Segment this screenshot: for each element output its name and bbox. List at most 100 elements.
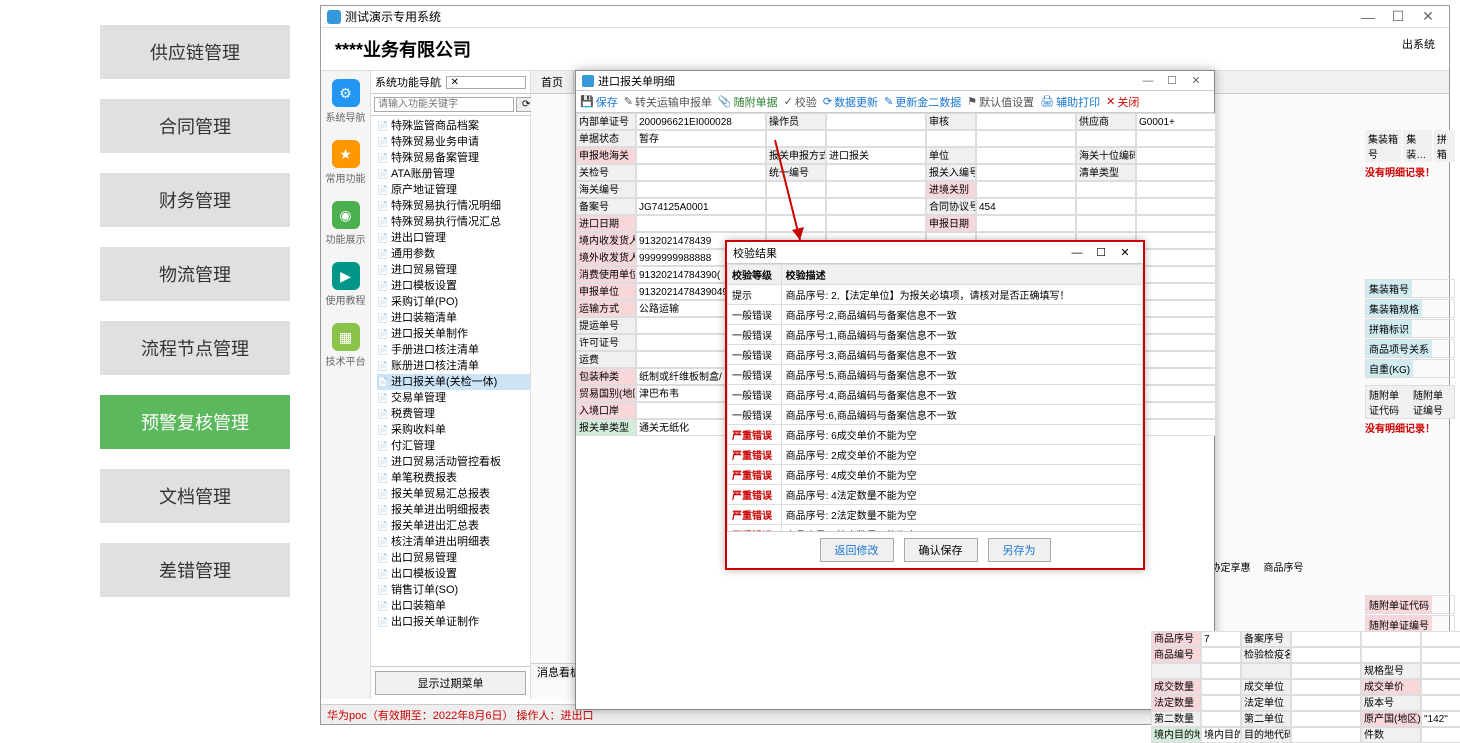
toolbar-关闭[interactable]: ✕关闭 [1106,94,1139,110]
nav-strip-item[interactable]: ▦技术平台 [321,315,370,376]
form-value[interactable] [1136,419,1216,436]
tree-node[interactable]: 税费管理 [377,406,530,422]
tree-node[interactable]: 进口装箱清单 [377,310,530,326]
form-value[interactable] [1076,198,1136,215]
lf-value[interactable] [1421,663,1460,679]
validation-row[interactable]: 一般错误商品序号:5,商品编码与备案信息不一致 [728,365,1143,385]
tree-node[interactable]: 特殊贸易业务申请 [377,134,530,150]
dialog1-close-button[interactable]: ✕ [1184,74,1208,87]
lf-value[interactable] [1201,663,1241,679]
lf-value[interactable]: 7 [1201,631,1241,647]
form-value[interactable] [1136,266,1216,283]
close-button[interactable]: ✕ [1413,8,1443,25]
lf-value[interactable] [1291,663,1361,679]
dialog2-min-button[interactable]: — [1065,247,1089,259]
lf-value[interactable] [1291,727,1361,743]
lf-value[interactable] [1291,647,1361,663]
tree-node[interactable]: 特殊贸易执行情况明细 [377,198,530,214]
validation-row[interactable]: 一般错误商品序号:2,商品编码与备案信息不一致 [728,305,1143,325]
return-modify-button[interactable]: 返回修改 [820,538,894,562]
form-value[interactable] [1136,283,1216,300]
nav-strip-item[interactable]: ★常用功能 [321,132,370,193]
form-value[interactable] [1136,164,1216,181]
tree-node[interactable]: ATA账册管理 [377,166,530,182]
side-menu-item[interactable]: 物流管理 [100,247,290,301]
tree-node[interactable]: 账册进口核注清单 [377,358,530,374]
tree-node[interactable]: 销售订单(SO) [377,582,530,598]
form-value[interactable] [636,147,766,164]
side-menu-item[interactable]: 流程节点管理 [100,321,290,375]
form-value[interactable] [1076,215,1136,232]
tree-node[interactable]: 单笔税费报表 [377,470,530,486]
side-menu-item[interactable]: 预警复核管理 [100,395,290,449]
form-value[interactable] [1136,368,1216,385]
dialog2-max-button[interactable]: ☐ [1089,246,1113,259]
form-value[interactable]: JG74125A0001 [636,198,766,215]
lf-value[interactable] [1361,631,1421,647]
side-menu-item[interactable]: 财务管理 [100,173,290,227]
toolbar-随附单据[interactable]: 📎随附单据 [718,94,778,110]
validation-row[interactable]: 严重错误商品序号: 2成交单价不能为空 [728,445,1143,465]
validation-row[interactable]: 提示商品序号: 2,【法定单位】为报关必填项，请核对是否正确填写！ [728,285,1143,305]
lf-value[interactable] [1201,711,1241,727]
form-value[interactable] [976,113,1076,130]
toolbar-转关运输申报单[interactable]: ✎转关运输申报单 [624,94,712,110]
form-value[interactable] [1136,351,1216,368]
tree-node[interactable]: 进口贸易管理 [377,262,530,278]
form-value[interactable]: 暂存 [636,130,766,147]
form-value[interactable] [1136,215,1216,232]
maximize-button[interactable]: ☐ [1383,8,1413,25]
tree-node[interactable]: 原产地证管理 [377,182,530,198]
tree-close-button[interactable]: ✕ [446,76,527,89]
form-value[interactable] [636,181,766,198]
lf-value[interactable]: 境内目的地代码 [1201,727,1241,743]
tree-node[interactable]: 通用参数 [377,246,530,262]
save-as-button[interactable]: 另存为 [988,538,1051,562]
form-value[interactable] [1136,198,1216,215]
validation-row[interactable]: 严重错误商品序号: 4成交单价不能为空 [728,465,1143,485]
tree-node[interactable]: 采购收料单 [377,422,530,438]
toolbar-校验[interactable]: ✓校验 [784,94,817,110]
form-value[interactable] [1136,385,1216,402]
validation-row[interactable]: 一般错误商品序号:3,商品编码与备案信息不一致 [728,345,1143,365]
tree-node[interactable]: 进口报关单制作 [377,326,530,342]
form-value[interactable]: G0001+ [1136,113,1216,130]
tree-node[interactable]: 进出口管理 [377,230,530,246]
dialog2-close-button[interactable]: ✕ [1113,246,1137,259]
toolbar-辅助打印[interactable]: 🖨辅助打印 [1040,94,1100,110]
form-value[interactable] [1136,130,1216,147]
lf-value[interactable] [1291,631,1361,647]
toolbar-数据更新[interactable]: ⟳数据更新 [823,94,878,110]
form-value[interactable] [636,164,766,181]
form-value[interactable] [1076,181,1136,198]
tree-node[interactable]: 进口模板设置 [377,278,530,294]
form-value[interactable] [636,215,766,232]
form-value[interactable] [976,147,1076,164]
validation-row[interactable]: 一般错误商品序号:1,商品编码与备案信息不一致 [728,325,1143,345]
form-value[interactable] [1136,249,1216,266]
form-value[interactable] [1136,334,1216,351]
form-value[interactable] [1136,232,1216,249]
tree-node[interactable]: 付汇管理 [377,438,530,454]
form-value[interactable] [976,164,1076,181]
lf-value[interactable] [1291,711,1361,727]
tree-node[interactable]: 进口报关单(关检一体) [377,374,530,390]
validation-row[interactable]: 一般错误商品序号:4,商品编码与备案信息不一致 [728,385,1143,405]
minimize-button[interactable]: — [1353,9,1383,25]
form-value[interactable] [1136,317,1216,334]
tree-node[interactable]: 交易单管理 [377,390,530,406]
toolbar-保存[interactable]: 💾保存 [580,94,618,110]
tree-node[interactable]: 特殊监管商品档案 [377,118,530,134]
tree-node[interactable]: 特殊贸易执行情况汇总 [377,214,530,230]
lf-value[interactable] [1421,647,1460,663]
tree-node[interactable]: 出口贸易管理 [377,550,530,566]
lf-value[interactable] [1201,679,1241,695]
form-value[interactable] [1136,181,1216,198]
toolbar-默认值设置[interactable]: ⚑默认值设置 [967,94,1034,110]
tree-node[interactable]: 出口模板设置 [377,566,530,582]
form-value[interactable] [976,215,1076,232]
form-value[interactable]: 进口报关 [826,147,926,164]
validation-row[interactable]: 严重错误商品序号: 6成交单价不能为空 [728,425,1143,445]
form-value[interactable] [826,164,926,181]
tree-node[interactable]: 报关单进出明细报表 [377,502,530,518]
